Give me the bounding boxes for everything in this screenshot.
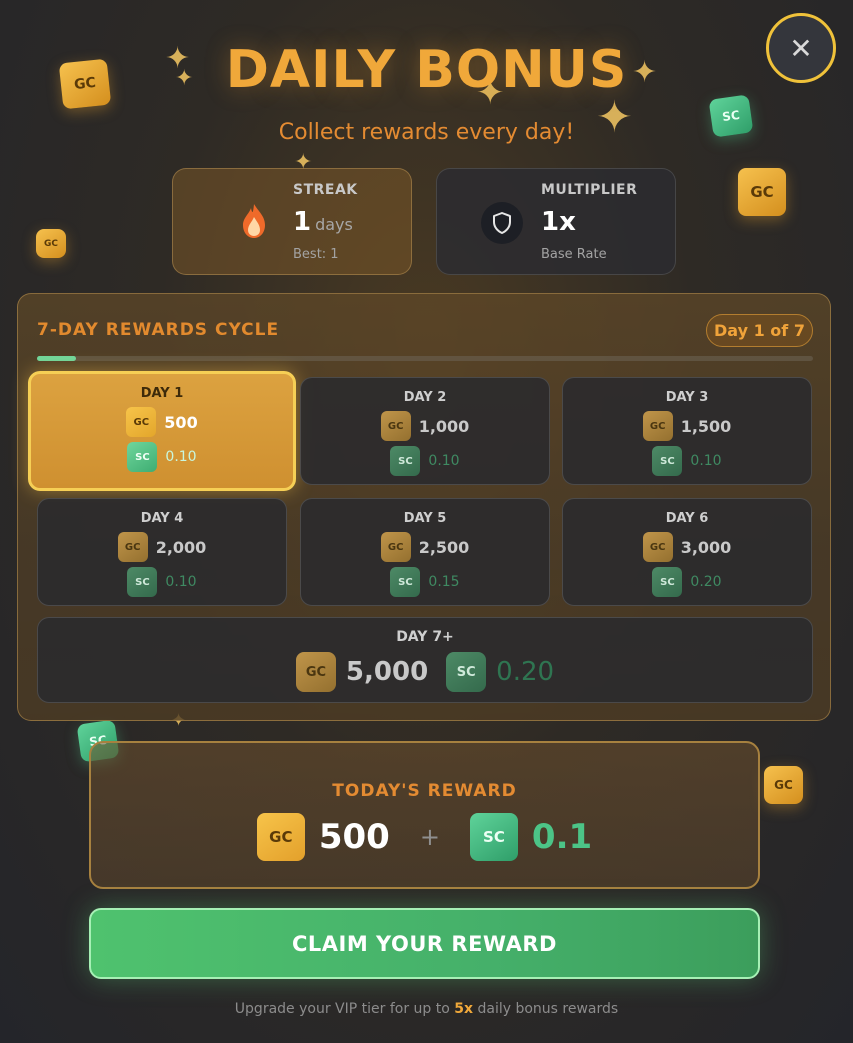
gc-reward-row: GC 2,500: [301, 532, 549, 562]
todays-reward-label: TODAY'S REWARD: [332, 781, 517, 801]
sc-amount: 0.20: [496, 657, 555, 687]
gc-coin-icon: GC: [256, 813, 305, 861]
vip-upgrade-note: Upgrade your VIP tier for up to 5x daily…: [0, 1001, 853, 1017]
gc-coin-icon: GC: [380, 411, 411, 441]
day-card-2[interactable]: DAY 2 GC 1,000 SC 0.10: [300, 377, 550, 485]
flame-icon: [243, 204, 265, 238]
day7-reward-row: GC 5,000 SC 0.20: [38, 652, 812, 692]
sc-reward-row: SC 0.10: [563, 446, 811, 476]
sc-coin-icon: SC: [652, 446, 683, 476]
gc-coin-icon: GC: [380, 532, 411, 562]
sc-coin-icon: SC: [127, 567, 158, 597]
sc-reward-row: SC 0.20: [563, 567, 811, 597]
gc-amount: 3,000: [680, 537, 732, 557]
streak-value: 1 days: [293, 207, 353, 237]
floating-gc-coin-icon: GC: [764, 766, 803, 804]
shield-icon: [493, 212, 511, 234]
todays-gc-amount: 500: [318, 817, 390, 857]
streak-unit: days: [315, 215, 353, 234]
sc-coin-icon: SC: [652, 567, 683, 597]
sc-amount: 0.20: [690, 574, 722, 590]
footer-highlight: 5x: [454, 1001, 474, 1017]
streak-label: STREAK: [293, 182, 358, 198]
sc-reward-row: SC 0.10: [31, 442, 293, 472]
streak-card: STREAK 1 days Best: 1: [172, 168, 412, 275]
cycle-title: 7-DAY REWARDS CYCLE: [37, 320, 280, 340]
gc-coin-icon: GC: [126, 407, 157, 437]
gc-amount: 1,000: [418, 416, 470, 436]
gc-amount: 2,500: [418, 537, 470, 557]
day-card-1[interactable]: DAY 1 GC 500 SC 0.10: [28, 371, 296, 491]
sc-amount: 0.15: [428, 574, 460, 590]
day-label: DAY 6: [665, 511, 709, 526]
sc-coin-icon: SC: [390, 567, 421, 597]
day-card-6[interactable]: DAY 6 GC 3,000 SC 0.20: [562, 498, 812, 606]
sc-amount: 0.10: [428, 453, 460, 469]
streak-best: Best: 1: [293, 247, 339, 262]
sc-coin-icon: SC: [390, 446, 421, 476]
day-card-5[interactable]: DAY 5 GC 2,500 SC 0.15: [300, 498, 550, 606]
day-label: DAY 1: [140, 386, 184, 401]
todays-reward-panel: TODAY'S REWARD GC 500 + SC 0.1: [89, 741, 760, 889]
multiplier-card: MULTIPLIER 1x Base Rate: [436, 168, 676, 275]
sc-reward-row: SC 0.10: [38, 567, 286, 597]
plus-icon: +: [419, 823, 440, 851]
gc-coin-icon: GC: [642, 532, 673, 562]
todays-sc-amount: 0.1: [531, 817, 593, 857]
sc-amount: 0.10: [165, 449, 197, 465]
gc-coin-icon: GC: [642, 411, 673, 441]
gc-amount: 5,000: [345, 657, 429, 687]
sc-coin-icon: SC: [469, 813, 518, 861]
day-label: DAY 2: [403, 390, 447, 405]
day-label: DAY 3: [665, 390, 709, 405]
day-card-3[interactable]: DAY 3 GC 1,500 SC 0.10: [562, 377, 812, 485]
multiplier-sub: Base Rate: [541, 247, 607, 262]
multiplier-label: MULTIPLIER: [541, 182, 638, 198]
day-card-7[interactable]: DAY 7+ GC 5,000 SC 0.20: [37, 617, 813, 703]
floating-gc-coin-icon: GC: [738, 168, 786, 216]
rewards-cycle-panel: 7-DAY REWARDS CYCLE Day 1 of 7 DAY 1 GC …: [17, 293, 831, 721]
sc-coin-icon: SC: [127, 442, 158, 472]
gc-reward-row: GC 500: [31, 407, 293, 437]
day-card-4[interactable]: DAY 4 GC 2,000 SC 0.10: [37, 498, 287, 606]
gc-amount: 2,000: [155, 537, 207, 557]
cycle-day-badge: Day 1 of 7: [706, 314, 813, 347]
gc-amount: 500: [164, 412, 198, 432]
floating-gc-coin-icon: GC: [36, 229, 66, 258]
gc-reward-row: GC 3,000: [563, 532, 811, 562]
gc-reward-row: GC 1,500: [563, 411, 811, 441]
multiplier-value: 1x: [541, 207, 576, 237]
gc-reward-row: GC 1,000: [301, 411, 549, 441]
streak-number: 1: [293, 207, 312, 237]
day-label: DAY 5: [403, 511, 447, 526]
gc-amount: 1,500: [680, 416, 732, 436]
page-subtitle: Collect rewards every day!: [278, 120, 575, 145]
sc-amount: 0.10: [690, 453, 722, 469]
day-label: DAY 4: [140, 511, 184, 526]
footer-suffix: daily bonus rewards: [477, 1001, 619, 1017]
sc-coin-icon: SC: [446, 652, 487, 692]
footer-prefix: Upgrade your VIP tier for up to: [234, 1001, 450, 1017]
gc-coin-icon: GC: [295, 652, 336, 692]
cycle-progress-track: [37, 356, 813, 361]
sc-reward-row: SC 0.15: [301, 567, 549, 597]
shield-badge: [481, 202, 523, 244]
sc-amount: 0.10: [165, 574, 197, 590]
sc-reward-row: SC 0.10: [301, 446, 549, 476]
todays-reward-row: GC 500 + SC 0.1: [91, 813, 758, 861]
day-label: DAY 7+: [396, 629, 454, 645]
claim-reward-button[interactable]: CLAIM YOUR REWARD: [89, 908, 760, 979]
gc-coin-icon: GC: [117, 532, 148, 562]
cycle-progress-fill: [37, 356, 76, 361]
page-title: DAILY BONUS: [225, 40, 628, 100]
gc-reward-row: GC 2,000: [38, 532, 286, 562]
